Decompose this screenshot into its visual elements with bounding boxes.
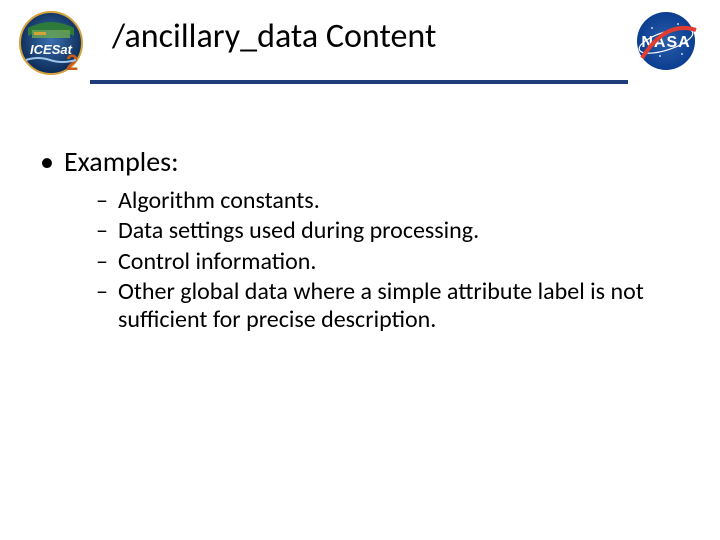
list-item: – Control information. — [96, 248, 682, 276]
list-item: – Other global data where a simple attri… — [96, 278, 682, 335]
list-item: – Data settings used during processing. — [96, 217, 682, 245]
list-item: – Algorithm constants. — [96, 187, 682, 215]
bullet-dot-icon: • — [38, 144, 64, 179]
list-item-text: Control information. — [118, 248, 682, 276]
slide-content: • Examples: – Algorithm constants. – Dat… — [0, 84, 720, 335]
icesat2-logo: ICESat 2 — [18, 10, 84, 76]
slide-title: /ancillary_data Content — [112, 16, 630, 57]
dash-icon: – — [96, 278, 118, 335]
bullet-examples: • Examples: — [38, 144, 682, 179]
nasa-logo: NASA — [630, 10, 702, 72]
bullet-examples-label: Examples: — [64, 144, 179, 179]
dash-icon: – — [96, 217, 118, 245]
dash-icon: – — [96, 248, 118, 276]
title-area: /ancillary_data Content — [84, 10, 630, 57]
dash-icon: – — [96, 187, 118, 215]
slide-header: ICESat 2 /ancillary_data Content NASA — [0, 0, 720, 76]
list-item-text: Data settings used during processing. — [118, 217, 682, 245]
list-item-text: Other global data where a simple attribu… — [118, 278, 682, 335]
list-item-text: Algorithm constants. — [118, 187, 682, 215]
sub-list: – Algorithm constants. – Data settings u… — [38, 187, 682, 335]
